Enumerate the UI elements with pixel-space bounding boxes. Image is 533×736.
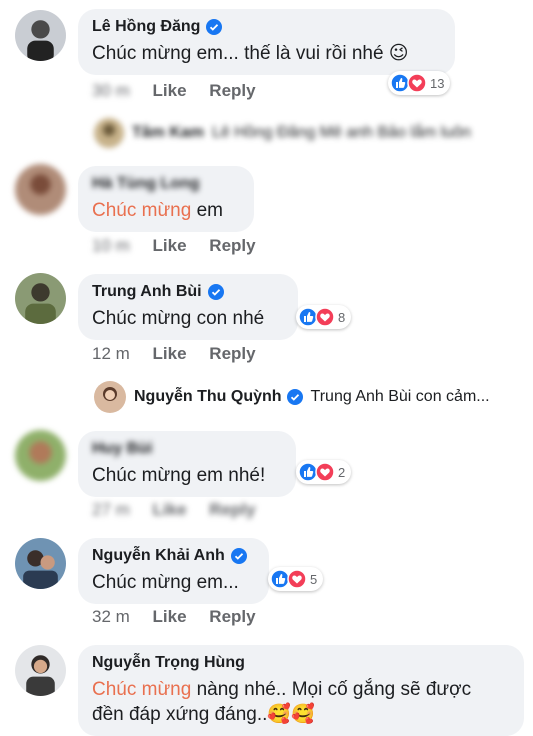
comment-bubble: Nguyễn Khải Anh Chúc mừng em...: [78, 538, 269, 604]
reaction-summary[interactable]: 2: [296, 460, 352, 484]
like-button[interactable]: Like: [153, 607, 187, 626]
comment-time[interactable]: 10 m: [92, 236, 130, 255]
verified-badge-icon: [206, 19, 223, 35]
comment-time[interactable]: 30 m: [92, 81, 130, 100]
verified-badge-icon: [207, 284, 224, 300]
reply-item: Tâm Kam Lê Hồng Đăng Mê anh Bảo lắm luôn: [94, 118, 471, 148]
comment-text-rest: nàng nhé.. Mọi cố gắng sẽ được: [191, 679, 472, 700]
comment-text: Chúc mừng em... thế là vui rồi nhé 😉: [92, 43, 409, 64]
reply-button[interactable]: Reply: [209, 344, 255, 363]
reaction-summary[interactable]: 13: [388, 71, 451, 95]
comment-actions: 10 m Like Reply: [92, 236, 274, 256]
reply-author[interactable]: Tâm Kam: [132, 124, 204, 142]
reply-button[interactable]: Reply: [209, 500, 255, 519]
avatar[interactable]: [15, 538, 66, 589]
author-name[interactable]: Huy Bùi: [92, 440, 152, 458]
reaction-summary[interactable]: 5: [268, 567, 324, 591]
comment-author[interactable]: Huy Bùi: [92, 440, 282, 458]
comment-bubble: Lê Hồng Đăng Chúc mừng em... thế là vui …: [78, 9, 455, 75]
reply-button[interactable]: Reply: [209, 236, 255, 255]
author-name[interactable]: Lê Hồng Đăng: [92, 18, 200, 36]
author-name[interactable]: Nguyễn Trọng Hùng: [92, 654, 245, 672]
like-button[interactable]: Like: [153, 344, 187, 363]
comment-author[interactable]: Trung Anh Bùi: [92, 283, 284, 301]
avatar[interactable]: [15, 430, 66, 481]
avatar[interactable]: [15, 645, 66, 696]
comment-author[interactable]: Nguyễn Trọng Hùng: [92, 654, 510, 672]
comment-author[interactable]: Lê Hồng Đăng: [92, 18, 441, 36]
reaction-count: 13: [430, 75, 445, 91]
comment-time[interactable]: 27 m: [92, 500, 130, 519]
reaction-count: 5: [310, 571, 318, 587]
reaction-count: 2: [338, 464, 346, 480]
reaction-count: 8: [338, 309, 346, 325]
comment-bubble: Nguyễn Trọng Hùng Chúc mừng nàng nhé.. M…: [78, 645, 524, 736]
highlight-tag[interactable]: Chúc mừng: [92, 200, 191, 221]
comment-text: Chúc mừng em...: [92, 572, 239, 593]
reply-item: Nguyễn Thu Quỳnh Trung Anh Bùi con cảm..…: [94, 381, 490, 413]
comment-bubble: Huy Bùi Chúc mừng em nhé!: [78, 431, 296, 497]
comment-text: Chúc mừng con nhé: [92, 308, 265, 329]
comment-actions: 30 m Like Reply: [92, 81, 274, 101]
comment-author[interactable]: Nguyễn Khải Anh: [92, 547, 255, 565]
like-button[interactable]: Like: [153, 236, 187, 255]
highlight-tag[interactable]: Chúc mừng: [92, 679, 191, 700]
reply-button[interactable]: Reply: [209, 81, 255, 100]
like-button[interactable]: Like: [153, 81, 187, 100]
comment-actions: 32 m Like Reply: [92, 607, 274, 627]
comment-actions: 12 m Like Reply: [92, 344, 274, 364]
avatar[interactable]: [94, 118, 124, 148]
author-name[interactable]: Nguyễn Khải Anh: [92, 547, 225, 565]
love-reaction-icon: [315, 307, 335, 327]
reply-text: Trung Anh Bùi con cảm...: [310, 388, 490, 405]
comment-text: Chúc mừng nàng nhé.. Mọi cố gắng sẽ được: [92, 677, 510, 702]
comment-bubble: Hà Tùng Long Chúc mừng em: [78, 166, 254, 232]
comment-author[interactable]: Hà Tùng Long: [92, 175, 240, 193]
love-reaction-icon: [407, 73, 427, 93]
avatar[interactable]: [94, 381, 126, 413]
reply-button[interactable]: Reply: [209, 607, 255, 626]
like-button[interactable]: Like: [153, 500, 187, 519]
comment-text: Chúc mừng em: [92, 198, 240, 223]
author-name[interactable]: Hà Tùng Long: [92, 175, 200, 193]
avatar[interactable]: [15, 164, 66, 215]
comment-text-line2: đền đáp xứng đáng..🥰🥰: [92, 704, 315, 725]
love-reaction-icon: [287, 569, 307, 589]
verified-badge-icon: [230, 548, 247, 564]
comment-text-rest: em: [191, 200, 224, 221]
comment-time[interactable]: 12 m: [92, 344, 130, 363]
verified-badge-icon: [286, 389, 303, 405]
author-name[interactable]: Trung Anh Bùi: [92, 283, 202, 301]
avatar[interactable]: [15, 10, 66, 61]
reply-text: Lê Hồng Đăng Mê anh Bảo lắm luôn: [212, 124, 471, 141]
love-reaction-icon: [315, 462, 335, 482]
reply-author[interactable]: Nguyễn Thu Quỳnh: [134, 388, 282, 406]
comment-bubble: Trung Anh Bùi Chúc mừng con nhé: [78, 274, 298, 340]
comment-time[interactable]: 32 m: [92, 607, 130, 626]
comment-actions: 27 m Like Reply: [92, 500, 274, 520]
comment-text: Chúc mừng em nhé!: [92, 465, 266, 486]
reaction-summary[interactable]: 8: [296, 305, 352, 329]
avatar[interactable]: [15, 273, 66, 324]
